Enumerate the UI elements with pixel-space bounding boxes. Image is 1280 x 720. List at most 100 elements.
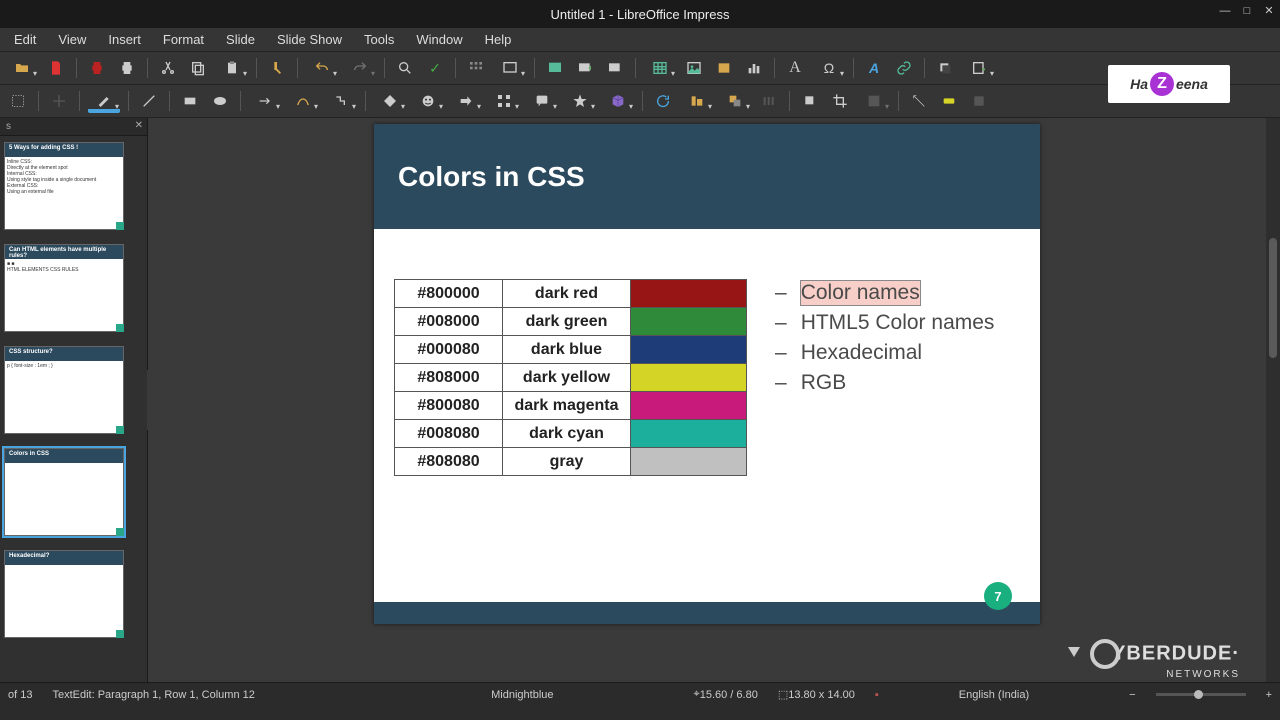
color-swatch-cell[interactable] xyxy=(631,280,747,308)
undo-icon[interactable] xyxy=(306,56,338,80)
filter-icon[interactable] xyxy=(858,89,890,113)
export-pdf-icon[interactable] xyxy=(44,56,68,80)
lines-arrows-icon[interactable] xyxy=(249,89,281,113)
start-current-icon[interactable] xyxy=(603,56,627,80)
slide-thumbnail[interactable]: Colors in CSS xyxy=(4,448,124,536)
callouts-icon[interactable] xyxy=(526,89,558,113)
3d-objects-icon[interactable] xyxy=(602,89,634,113)
bullet-item[interactable]: –Hexadecimal xyxy=(775,341,1020,365)
distribute-icon[interactable] xyxy=(757,89,781,113)
copy-icon[interactable] xyxy=(186,56,210,80)
curves-icon[interactable] xyxy=(287,89,319,113)
panel-close-icon[interactable]: ✕ xyxy=(135,120,143,131)
bullet-item[interactable]: –RGB xyxy=(775,371,1020,395)
insert-table-icon[interactable] xyxy=(644,56,676,80)
slide-thumbnail[interactable]: Hexadecimal? xyxy=(4,550,124,638)
status-language[interactable]: English (India) xyxy=(959,689,1029,701)
flowchart-icon[interactable] xyxy=(488,89,520,113)
shadow-icon[interactable] xyxy=(933,56,957,80)
color-name-cell[interactable]: dark red xyxy=(503,280,631,308)
bullet-item[interactable]: –Color names xyxy=(775,281,1020,305)
insert-hyperlink-icon[interactable] xyxy=(892,56,916,80)
status-save-icon[interactable]: ▪ xyxy=(875,689,879,701)
master-slide-icon[interactable] xyxy=(543,56,567,80)
print-direct-icon[interactable] xyxy=(85,56,109,80)
slide-thumbnail[interactable]: 5 Ways for adding CSS !Inline CSS: Direc… xyxy=(4,142,124,230)
color-table[interactable]: #800000 dark red #008000 dark green #000… xyxy=(394,279,747,476)
zoom-in-icon[interactable]: + xyxy=(1266,689,1272,701)
menu-window[interactable]: Window xyxy=(406,30,472,49)
menu-help[interactable]: Help xyxy=(475,30,522,49)
close-window-button[interactable]: ✕ xyxy=(1262,4,1276,18)
find-replace-icon[interactable] xyxy=(393,56,417,80)
menu-edit[interactable]: Edit xyxy=(4,30,46,49)
vertical-scrollbar[interactable] xyxy=(1266,118,1280,682)
color-name-cell[interactable]: dark yellow xyxy=(503,364,631,392)
menu-tools[interactable]: Tools xyxy=(354,30,404,49)
zoom-out-icon[interactable]: − xyxy=(1129,689,1135,701)
color-swatch-cell[interactable] xyxy=(631,308,747,336)
insert-chart-icon[interactable] xyxy=(742,56,766,80)
color-hex-cell[interactable]: #000080 xyxy=(395,336,503,364)
select-icon[interactable] xyxy=(6,89,30,113)
color-hex-cell[interactable]: #800000 xyxy=(395,280,503,308)
color-swatch-cell[interactable] xyxy=(631,364,747,392)
menu-slide[interactable]: Slide xyxy=(216,30,265,49)
toggle-point-icon[interactable] xyxy=(907,89,931,113)
new-slide-icon[interactable] xyxy=(963,56,995,80)
editor-area[interactable]: Colors in CSS #800000 dark red #008000 d… xyxy=(148,118,1266,682)
color-name-cell[interactable]: dark green xyxy=(503,308,631,336)
menu-insert[interactable]: Insert xyxy=(98,30,151,49)
extrusion-icon[interactable] xyxy=(967,89,991,113)
bullet-item[interactable]: –HTML5 Color names xyxy=(775,311,1020,335)
arrange-icon[interactable] xyxy=(719,89,751,113)
slide-canvas[interactable]: Colors in CSS #800000 dark red #008000 d… xyxy=(374,124,1040,624)
rectangle-icon[interactable] xyxy=(178,89,202,113)
crop-icon[interactable] xyxy=(828,89,852,113)
color-hex-cell[interactable]: #800080 xyxy=(395,392,503,420)
color-name-cell[interactable]: gray xyxy=(503,448,631,476)
line-color-icon[interactable] xyxy=(88,89,120,113)
color-hex-cell[interactable]: #808080 xyxy=(395,448,503,476)
glue-points-icon[interactable] xyxy=(937,89,961,113)
color-hex-cell[interactable]: #008000 xyxy=(395,308,503,336)
redo-icon[interactable] xyxy=(344,56,376,80)
color-name-cell[interactable]: dark magenta xyxy=(503,392,631,420)
start-beginning-icon[interactable] xyxy=(573,56,597,80)
line-icon[interactable] xyxy=(137,89,161,113)
color-swatch-cell[interactable] xyxy=(631,448,747,476)
format-paintbrush-icon[interactable] xyxy=(265,56,289,80)
basic-shapes-icon[interactable] xyxy=(374,89,406,113)
color-hex-cell[interactable]: #808000 xyxy=(395,364,503,392)
zoom-slider[interactable] xyxy=(1156,693,1246,696)
insert-special-icon[interactable]: Ω xyxy=(813,56,845,80)
slide-thumbnail[interactable]: CSS structure?p { font-size : 1em ; } xyxy=(4,346,124,434)
color-swatch-cell[interactable] xyxy=(631,336,747,364)
color-swatch-cell[interactable] xyxy=(631,392,747,420)
block-arrows-icon[interactable] xyxy=(450,89,482,113)
open-icon[interactable] xyxy=(6,56,38,80)
zoom-pan-icon[interactable] xyxy=(47,89,71,113)
slide-title[interactable]: Colors in CSS xyxy=(398,161,585,193)
cut-icon[interactable] xyxy=(156,56,180,80)
paste-icon[interactable] xyxy=(216,56,248,80)
ellipse-icon[interactable] xyxy=(208,89,232,113)
bullet-list[interactable]: –Color names –HTML5 Color names –Hexadecim… xyxy=(775,279,1020,476)
spell-check-icon[interactable]: ✓ xyxy=(423,56,447,80)
color-hex-cell[interactable]: #008080 xyxy=(395,420,503,448)
menu-format[interactable]: Format xyxy=(153,30,214,49)
color-name-cell[interactable]: dark cyan xyxy=(503,420,631,448)
color-name-cell[interactable]: dark blue xyxy=(503,336,631,364)
maximize-button[interactable]: □ xyxy=(1240,4,1254,18)
insert-image-icon[interactable] xyxy=(682,56,706,80)
display-grid-icon[interactable] xyxy=(464,56,488,80)
insert-textbox-icon[interactable]: A xyxy=(783,56,807,80)
menu-slideshow[interactable]: Slide Show xyxy=(267,30,352,49)
menu-view[interactable]: View xyxy=(48,30,96,49)
align-icon[interactable] xyxy=(681,89,713,113)
display-views-icon[interactable] xyxy=(494,56,526,80)
scrollbar-thumb[interactable] xyxy=(1269,238,1277,358)
insert-fontwork-icon[interactable]: A xyxy=(862,56,886,80)
stars-icon[interactable] xyxy=(564,89,596,113)
rotate-icon[interactable] xyxy=(651,89,675,113)
